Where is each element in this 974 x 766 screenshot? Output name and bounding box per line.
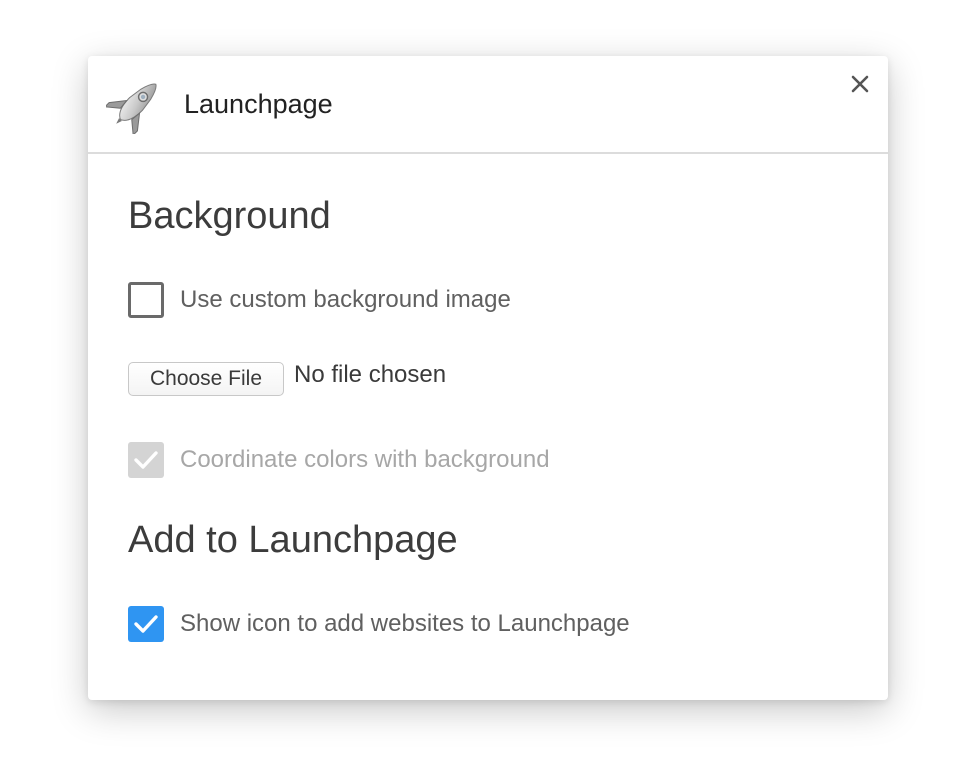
custom-background-label[interactable]: Use custom background image — [180, 282, 511, 318]
show-icon-checkbox[interactable] — [128, 606, 164, 642]
checkmark-icon — [134, 451, 158, 469]
coordinate-colors-checkbox — [128, 442, 164, 478]
custom-background-checkbox[interactable] — [128, 282, 164, 318]
add-section-title: Add to Launchpage — [128, 519, 458, 561]
rocket-icon — [103, 74, 166, 137]
checkmark-icon — [134, 615, 158, 633]
show-icon-label[interactable]: Show icon to add websites to Launchpage — [180, 606, 630, 642]
file-status-text: No file chosen — [294, 361, 447, 388]
close-button[interactable] — [846, 70, 874, 98]
settings-dialog: Launchpage Background Use custom backgro… — [88, 56, 888, 700]
background-section-title: Background — [128, 195, 331, 237]
close-icon[interactable] — [846, 70, 874, 98]
app-title: Launchpage — [184, 89, 333, 119]
coordinate-colors-label: Coordinate colors with background — [180, 446, 550, 473]
dialog-header: Launchpage — [88, 56, 888, 154]
choose-file-button[interactable]: Choose File — [128, 362, 284, 396]
